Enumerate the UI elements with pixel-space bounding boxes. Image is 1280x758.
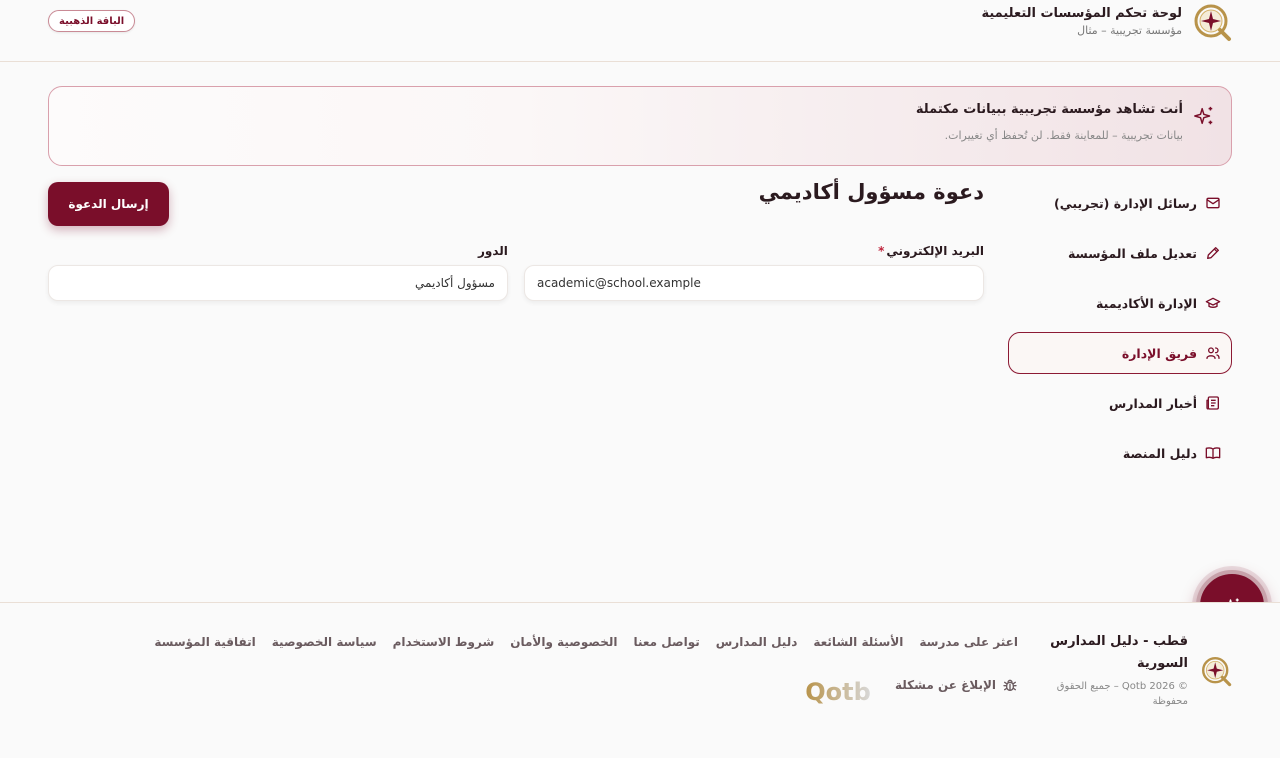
pencil-icon bbox=[1207, 247, 1219, 259]
report-issue-link[interactable]: الإبلاغ عن مشكلة bbox=[895, 677, 1018, 693]
brand[interactable]: لوحة تحكم المؤسسات التعليمية مؤسسة تجريب… bbox=[981, 2, 1232, 42]
footer-link-faq[interactable]: الأسئلة الشائعة bbox=[813, 635, 903, 649]
footer-brand: قطب - دليل المدارس السورية © 2026 Qotb –… bbox=[1038, 631, 1188, 709]
footer-link-privacy-security[interactable]: الخصوصية والأمان bbox=[510, 635, 617, 649]
institution-name: مؤسسة تجريبية – مثال bbox=[1077, 24, 1182, 37]
sidebar-item-edit-profile[interactable]: تعديل ملف المؤسسة bbox=[1008, 232, 1232, 274]
sparkles-icon bbox=[1194, 106, 1213, 125]
footer-link-terms[interactable]: شروط الاستخدام bbox=[393, 635, 495, 649]
plan-badge: الباقة الذهبية bbox=[48, 10, 136, 32]
footer-link-institution-agreement[interactable]: اتفاقية المؤسسة bbox=[154, 635, 255, 649]
banner-title: أنت تشاهد مؤسسة تجريبية ببيانات مكتملة bbox=[915, 102, 1183, 117]
compass-logo-icon bbox=[1194, 4, 1231, 41]
email-label: البريد الإلكتروني* bbox=[878, 244, 984, 258]
role-label: الدور bbox=[478, 244, 508, 258]
bug-icon bbox=[1003, 679, 1017, 691]
qotb-wordmark-logo: Qotb bbox=[805, 678, 871, 706]
banner-subtitle: بيانات تجريبية – للمعاينة فقط. لن تُحفظ … bbox=[944, 129, 1183, 142]
top-header: لوحة تحكم المؤسسات التعليمية مؤسسة تجريب… bbox=[0, 0, 1280, 62]
send-invite-button[interactable]: إرسال الدعوة bbox=[48, 182, 169, 226]
footer-title: قطب - دليل المدارس السورية bbox=[1050, 634, 1188, 671]
graduation-cap-icon bbox=[1205, 297, 1221, 308]
email-field[interactable] bbox=[524, 265, 984, 301]
required-mark: * bbox=[878, 244, 885, 258]
footer-link-school-directory[interactable]: دليل المدارس bbox=[716, 635, 798, 649]
book-icon bbox=[1205, 447, 1221, 459]
footer-link-contact[interactable]: تواصل معنا bbox=[634, 635, 700, 649]
sidebar-item-label: رسائل الإدارة (تجريبي) bbox=[1054, 195, 1197, 211]
qotb-wordmark-text: Qotb bbox=[805, 678, 871, 706]
footer-links: اعثر على مدرسة الأسئلة الشائعة دليل المد… bbox=[154, 635, 1018, 649]
sidebar-item-label: الإدارة الأكاديمية bbox=[1096, 295, 1197, 311]
role-select[interactable]: مسؤول أكاديمي bbox=[48, 265, 508, 301]
sidebar-item-label: تعديل ملف المؤسسة bbox=[1067, 245, 1197, 261]
sidebar-item-school-news[interactable]: أخبار المدارس bbox=[1008, 382, 1232, 424]
email-label-text: البريد الإلكتروني bbox=[886, 244, 984, 258]
sidebar-item-label: فريق الإدارة bbox=[1121, 345, 1197, 361]
sidebar-item-platform-guide[interactable]: دليل المنصة bbox=[1008, 432, 1232, 474]
footer-link-privacy-policy[interactable]: سياسة الخصوصية bbox=[272, 635, 377, 649]
users-icon bbox=[1206, 347, 1220, 359]
sidebar-item-admin-team[interactable]: فريق الإدارة bbox=[1008, 332, 1232, 374]
sidebar-item-label: أخبار المدارس bbox=[1109, 395, 1197, 411]
report-issue-label: الإبلاغ عن مشكلة bbox=[894, 678, 996, 692]
newspaper-icon bbox=[1206, 396, 1219, 410]
sidebar-nav: رسائل الإدارة (تجريبي) تعديل ملف المؤسسة… bbox=[1008, 182, 1232, 482]
footer-copyright: © 2026 Qotb – جميع الحقوق محفوظة bbox=[1056, 681, 1188, 707]
sidebar-item-admin-messages[interactable]: رسائل الإدارة (تجريبي) bbox=[1008, 182, 1232, 224]
sidebar-item-academic-admin[interactable]: الإدارة الأكاديمية bbox=[1008, 282, 1232, 324]
app-title: لوحة تحكم المؤسسات التعليمية bbox=[981, 6, 1182, 21]
sidebar-item-label: دليل المنصة bbox=[1122, 445, 1197, 461]
page-title: دعوة مسؤول أكاديمي bbox=[758, 180, 984, 204]
footer-link-find-school[interactable]: اعثر على مدرسة bbox=[919, 635, 1018, 649]
demo-notice-banner: أنت تشاهد مؤسسة تجريبية ببيانات مكتملة ب… bbox=[48, 86, 1232, 166]
mail-icon bbox=[1206, 197, 1220, 209]
compass-logo-icon bbox=[1202, 657, 1232, 687]
footer: قطب - دليل المدارس السورية © 2026 Qotb –… bbox=[0, 602, 1280, 758]
